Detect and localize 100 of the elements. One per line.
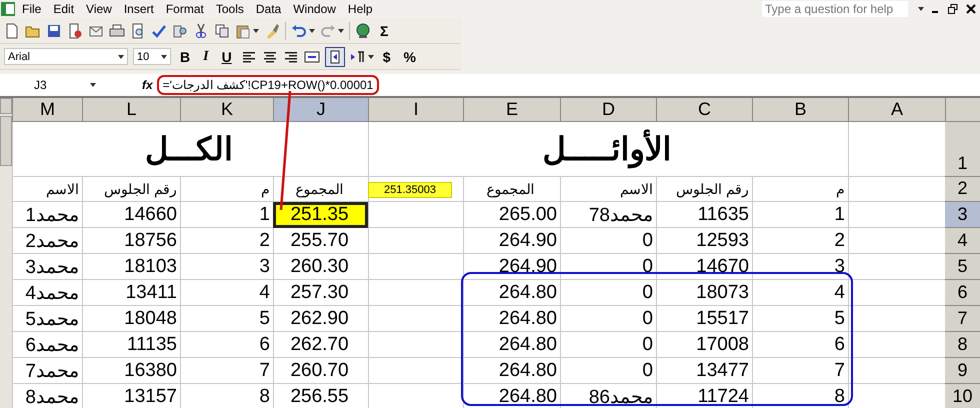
table-cell: 4 xyxy=(752,280,848,306)
row-header[interactable]: 3 xyxy=(945,202,980,228)
menu-item[interactable]: Data xyxy=(250,2,288,16)
table-cell: 264.80 xyxy=(463,332,560,358)
column-header[interactable]: A xyxy=(848,98,945,122)
scroll-thumb[interactable] xyxy=(0,116,12,166)
table-cell: 6 xyxy=(180,332,273,358)
caret-icon[interactable] xyxy=(118,54,124,58)
style-button[interactable]: U xyxy=(218,48,236,64)
document-lock-icon[interactable] xyxy=(67,22,83,38)
paintbrush-icon[interactable] xyxy=(264,22,280,38)
table-cell: 257.30 xyxy=(273,280,368,306)
copy-icon[interactable] xyxy=(214,22,230,38)
save-icon[interactable] xyxy=(46,22,62,38)
font-size-field[interactable]: 10 xyxy=(133,48,171,65)
table-cell: 260.30 xyxy=(273,254,368,280)
row-header[interactable]: 10 xyxy=(945,384,980,408)
row-header[interactable]: 2 xyxy=(945,177,980,202)
table-cell: 16380 xyxy=(82,358,180,384)
table-cell: 1 xyxy=(752,202,848,228)
caret-icon[interactable] xyxy=(338,28,344,32)
column-header[interactable]: D xyxy=(560,98,656,122)
style-button[interactable]: B xyxy=(176,48,194,64)
paragraph-direction-icon[interactable] xyxy=(350,48,366,64)
row-header[interactable]: 6 xyxy=(945,280,980,306)
table-cell: 7 xyxy=(752,358,848,384)
table-cell: 17008 xyxy=(656,332,752,358)
table-cell: 2 xyxy=(180,228,273,254)
menu-item[interactable]: Window xyxy=(287,2,342,16)
caret-icon[interactable] xyxy=(368,54,374,58)
close-icon[interactable] xyxy=(966,4,976,14)
column-header[interactable]: C xyxy=(656,98,752,122)
row-header[interactable]: 1 xyxy=(945,122,980,177)
table-cell: 255.70 xyxy=(273,228,368,254)
menu-item[interactable]: View xyxy=(80,2,118,16)
table-cell: 14670 xyxy=(656,254,752,280)
row-header[interactable]: 5 xyxy=(945,254,980,280)
caret-icon[interactable] xyxy=(90,83,96,87)
new-document-icon[interactable] xyxy=(4,22,20,38)
formula-text[interactable]: ='كشف الدرجات'!CP19+ROW()*0.00001 xyxy=(156,75,380,95)
caret-icon[interactable] xyxy=(253,28,259,32)
table-cell: 1 xyxy=(180,202,273,228)
column-header[interactable]: E xyxy=(463,98,560,122)
table-cell: 11135 xyxy=(82,332,180,358)
row-header[interactable]: 9 xyxy=(945,358,980,384)
name-box[interactable]: J3 xyxy=(0,78,104,92)
table-cell: 0 xyxy=(560,228,656,254)
function-button[interactable]: fx xyxy=(142,78,153,92)
column-header[interactable]: M xyxy=(12,98,82,122)
restore-icon[interactable] xyxy=(948,4,958,14)
row-header[interactable]: 7 xyxy=(945,306,980,332)
number-format-button[interactable]: % xyxy=(400,48,420,64)
table-cell: 14660 xyxy=(82,202,180,228)
print-icon[interactable] xyxy=(109,22,125,38)
column-header[interactable]: L xyxy=(82,98,180,122)
help-search-field[interactable]: Type a question for help xyxy=(762,1,908,17)
table-cell: 265.00 xyxy=(463,202,560,228)
table-cell: 0 xyxy=(560,254,656,280)
spelling-icon[interactable] xyxy=(151,22,167,38)
column-heading: الاسم xyxy=(12,177,82,202)
column-header[interactable]: K xyxy=(180,98,273,122)
table-cell: 18048 xyxy=(82,306,180,332)
table-cell: 262.70 xyxy=(273,332,368,358)
table-cell: محمد2 xyxy=(12,228,82,254)
table-cell: 251.35 xyxy=(273,202,368,228)
dropdown-caret-icon[interactable] xyxy=(918,7,924,11)
caret-icon[interactable] xyxy=(309,28,315,32)
spreadsheet-app-icon[interactable] xyxy=(0,1,16,17)
menu-item[interactable]: Insert xyxy=(118,2,160,16)
table-cell: 260.70 xyxy=(273,358,368,384)
menu-item[interactable]: Tools xyxy=(210,2,250,16)
table-cell: 264.80 xyxy=(463,306,560,332)
column-header[interactable]: B xyxy=(752,98,848,122)
menu-item[interactable]: Format xyxy=(160,2,210,16)
table-cell: محمد7 xyxy=(12,358,82,384)
menu-item[interactable]: Edit xyxy=(47,2,80,16)
menu-item[interactable]: File xyxy=(16,2,48,16)
globe-link-icon[interactable] xyxy=(355,22,371,38)
table-cell: محمد4 xyxy=(12,280,82,306)
table-cell: 8 xyxy=(180,384,273,408)
column-header[interactable]: J xyxy=(273,98,368,122)
undo-icon[interactable] xyxy=(291,22,307,38)
table-cell: 0 xyxy=(560,280,656,306)
merge-cells-icon[interactable] xyxy=(304,48,320,64)
table-cell: 11635 xyxy=(656,202,752,228)
scissors-icon[interactable] xyxy=(193,22,209,38)
row-header[interactable]: 4 xyxy=(945,228,980,254)
caret-icon[interactable] xyxy=(161,54,167,58)
column-header[interactable]: I xyxy=(368,98,463,122)
column-heading: رقم الجلوس xyxy=(656,177,752,202)
font-field[interactable]: Arial xyxy=(4,48,128,65)
column-heading: الاسم xyxy=(560,177,656,202)
row-header[interactable]: 8 xyxy=(945,332,980,358)
research-icon[interactable] xyxy=(172,22,188,38)
autosum-button[interactable]: Σ xyxy=(376,22,392,38)
paste-icon[interactable] xyxy=(235,22,251,38)
style-button[interactable]: I xyxy=(199,48,213,64)
menu-item[interactable]: Help xyxy=(342,2,379,16)
table-cell: 264.90 xyxy=(463,228,560,254)
number-format-button[interactable]: $ xyxy=(378,48,394,64)
